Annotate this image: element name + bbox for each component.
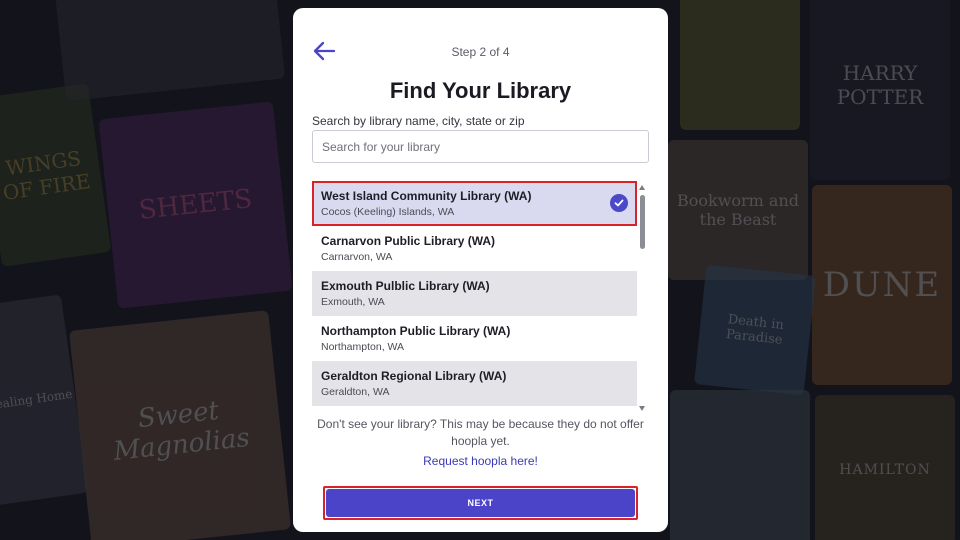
scroll-down-arrow-icon[interactable] <box>639 406 645 411</box>
library-item[interactable]: Exmouth Pulblic Library (WA) Exmouth, WA <box>312 271 637 316</box>
library-item[interactable]: West Island Community Library (WA) Cocos… <box>312 181 637 226</box>
next-button-highlight: NEXT <box>323 486 638 520</box>
library-name: Geraldton Regional Library (WA) <box>321 369 507 383</box>
search-input[interactable] <box>312 130 649 163</box>
library-notice: Don't see your library? This may be beca… <box>317 417 644 448</box>
library-location: Cocos (Keeling) Islands, WA <box>321 206 455 218</box>
page-title: Find Your Library <box>389 78 572 103</box>
find-library-modal: Step 2 of 4 Find Your Library Search by … <box>293 8 668 532</box>
library-location: Geraldton, WA <box>321 386 390 398</box>
step-indicator: Step 2 of 4 <box>451 45 510 59</box>
library-name: Northampton Public Library (WA) <box>321 324 511 338</box>
scroll-up-arrow-icon[interactable] <box>639 185 645 190</box>
search-label: Search by library name, city, state or z… <box>312 114 525 128</box>
library-item[interactable]: Geraldton Regional Library (WA) Geraldto… <box>312 361 637 406</box>
library-item[interactable]: Northampton Public Library (WA) Northamp… <box>312 316 637 361</box>
library-location: Northampton, WA <box>321 341 405 353</box>
library-location: Carnarvon, WA <box>321 251 393 263</box>
library-name: Carnarvon Public Library (WA) <box>321 234 496 248</box>
check-circle-icon <box>610 194 628 212</box>
library-name: Exmouth Pulblic Library (WA) <box>321 279 490 293</box>
library-location: Exmouth, WA <box>321 296 385 308</box>
library-name: West Island Community Library (WA) <box>321 189 532 203</box>
request-hoopla-link[interactable]: Request hoopla here! <box>293 454 668 468</box>
list-scrollbar[interactable] <box>638 185 647 411</box>
scroll-thumb[interactable] <box>640 195 645 249</box>
library-list: West Island Community Library (WA) Cocos… <box>312 181 637 409</box>
next-button[interactable]: NEXT <box>326 489 635 517</box>
library-item[interactable]: Carnarvon Public Library (WA) Carnarvon,… <box>312 226 637 271</box>
